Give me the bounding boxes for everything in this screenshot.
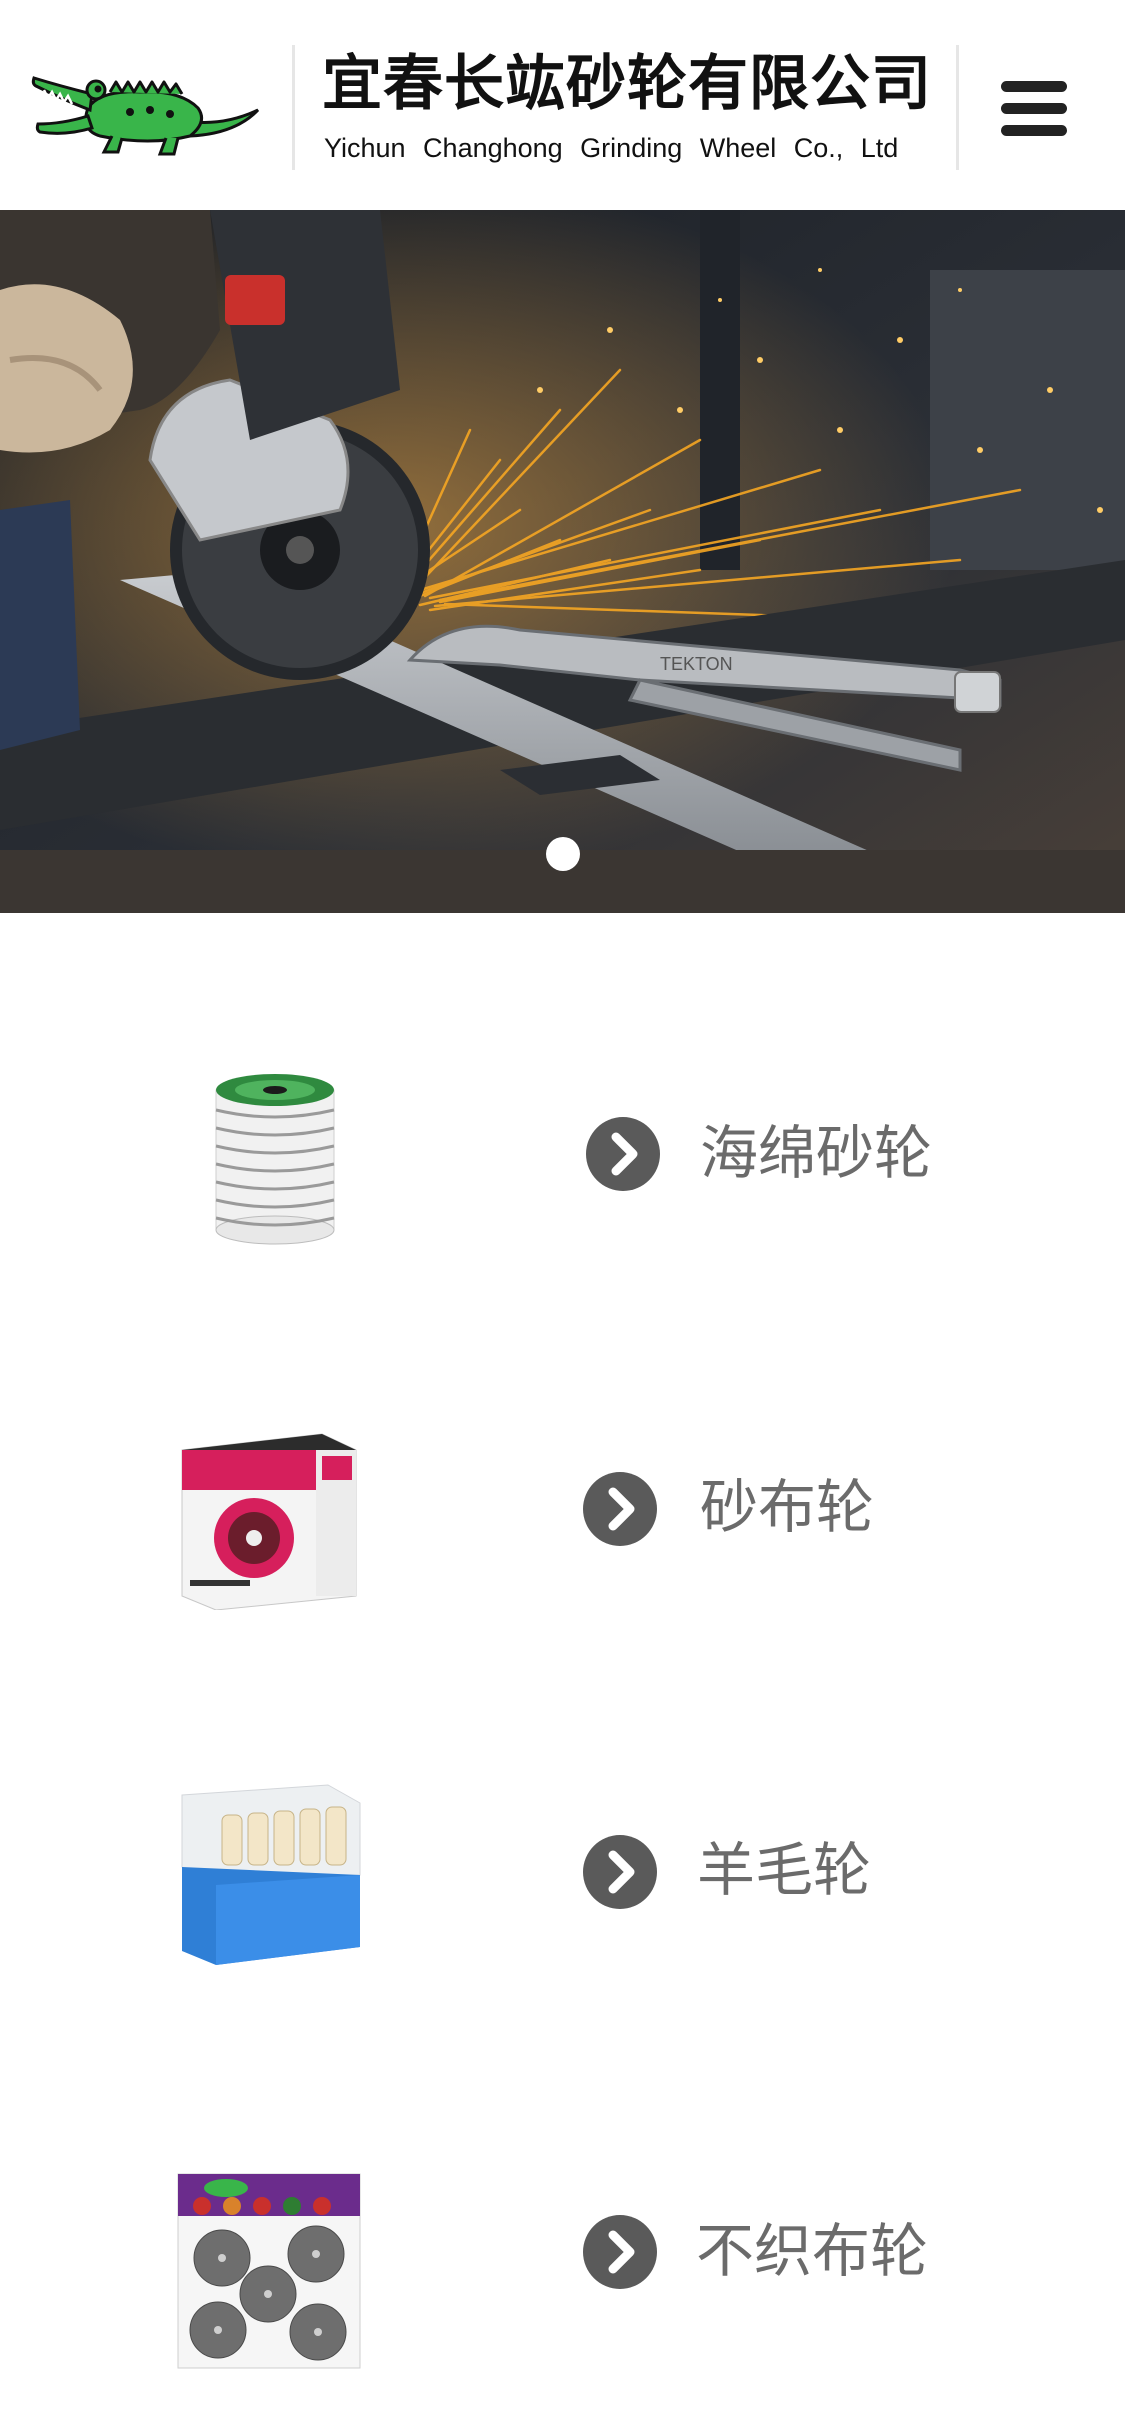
product-label[interactable]: 羊毛轮 xyxy=(697,1835,871,1905)
menu-bar xyxy=(1001,81,1067,92)
menu-bar xyxy=(1001,103,1067,114)
non-woven-wheel-pack-image xyxy=(176,2170,362,2370)
chevron-right-circle-icon[interactable] xyxy=(583,1472,657,1546)
product-row-flap-wheel[interactable]: 砂布轮 xyxy=(0,1380,1125,1680)
flap-wheel-box-image xyxy=(172,1420,364,1611)
crocodile-logo[interactable] xyxy=(30,50,260,160)
product-row-wool-wheel[interactable]: 羊毛轮 xyxy=(0,1755,1125,2055)
slider-dot-active[interactable] xyxy=(546,837,580,871)
wool-wheel-box-image xyxy=(178,1775,364,1965)
chevron-right-circle-icon[interactable] xyxy=(586,1117,660,1191)
company-name-cn: 宜春长竑砂轮有限公司 xyxy=(322,49,932,119)
product-label[interactable]: 不织布轮 xyxy=(696,2216,928,2286)
site-header: 宜春长竑砂轮有限公司 Yichun Changhong Grinding Whe… xyxy=(0,0,1125,210)
product-row-non-woven-wheel[interactable]: 不织布轮 xyxy=(0,2130,1125,2430)
hero-image: TEKTON xyxy=(0,210,1125,913)
hero-banner[interactable]: TEKTON xyxy=(0,210,1125,913)
menu-bar xyxy=(1001,125,1067,136)
pliers-stamp: TEKTON xyxy=(660,654,733,674)
header-divider-left xyxy=(292,45,295,170)
sponge-grinding-wheel-stack-image xyxy=(210,1060,340,1245)
company-name-en: Yichun Changhong Grinding Wheel Co., Ltd xyxy=(324,133,899,163)
product-label[interactable]: 海绵砂轮 xyxy=(700,1118,932,1188)
chevron-right-circle-icon[interactable] xyxy=(583,1835,657,1909)
hamburger-menu-icon[interactable] xyxy=(998,76,1070,140)
header-divider-right xyxy=(956,45,959,170)
chevron-right-circle-icon[interactable] xyxy=(583,2215,657,2289)
product-row-sponge-wheel[interactable]: 海绵砂轮 xyxy=(0,1000,1125,1300)
product-label[interactable]: 砂布轮 xyxy=(700,1472,874,1542)
